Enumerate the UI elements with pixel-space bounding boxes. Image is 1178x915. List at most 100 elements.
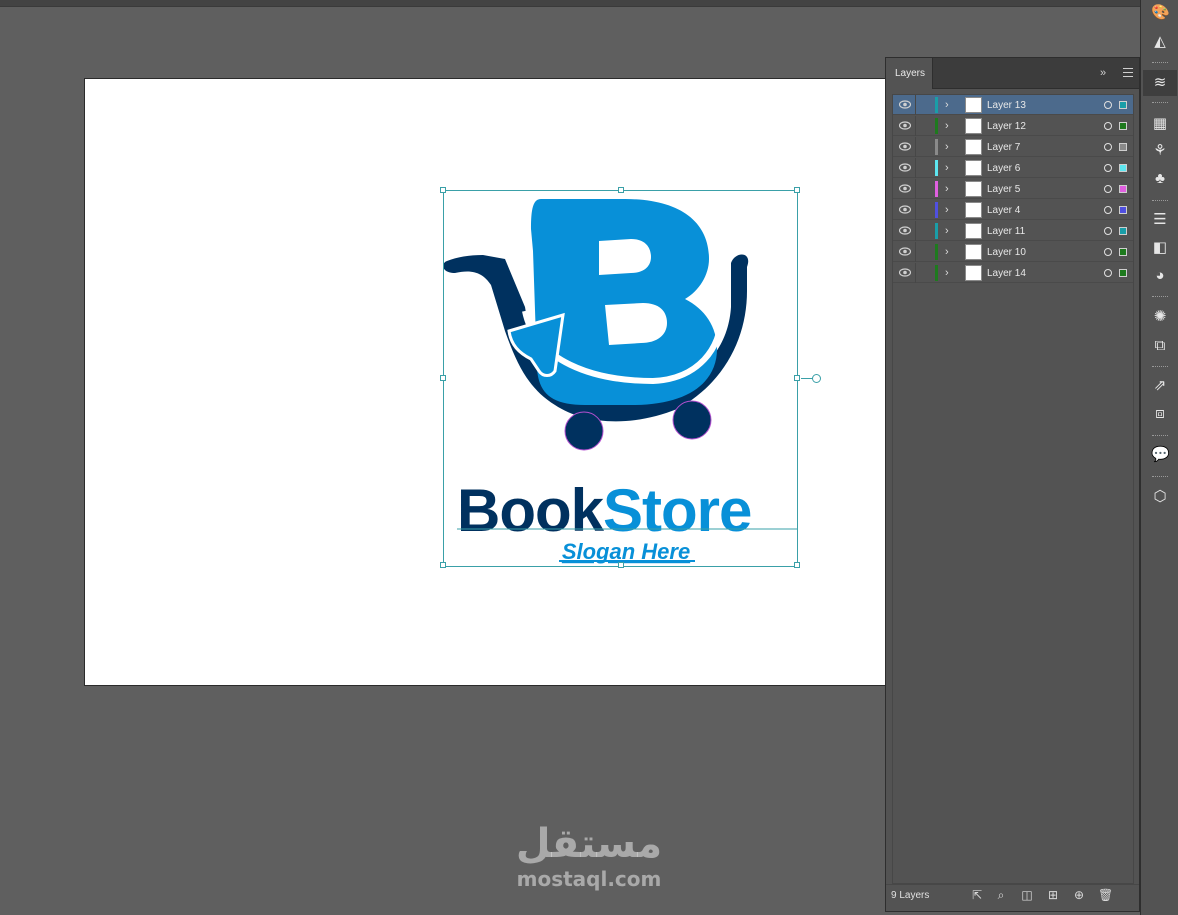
- selection-indicator[interactable]: [1119, 164, 1127, 172]
- layer-name[interactable]: Layer 11: [987, 221, 1025, 242]
- trash-icon[interactable]: 🗑: [1098, 888, 1113, 902]
- layer-row[interactable]: › Layer 4: [893, 200, 1133, 220]
- selection-indicator[interactable]: [1119, 227, 1127, 235]
- target-circle-icon[interactable]: [1104, 227, 1112, 235]
- tab-layers[interactable]: Layers: [886, 58, 933, 89]
- expand-chevron-icon[interactable]: ›: [945, 203, 949, 217]
- expand-chevron-icon[interactable]: ›: [945, 140, 949, 154]
- target-circle-icon[interactable]: [1104, 185, 1112, 193]
- color-palette-icon[interactable]: 🎨: [1151, 4, 1170, 22]
- lock-toggle-cell[interactable]: [915, 200, 916, 220]
- selection-indicator[interactable]: [1119, 122, 1127, 130]
- layer-row[interactable]: › Layer 11: [893, 221, 1133, 241]
- color-guide-icon[interactable]: ◭: [1151, 33, 1169, 51]
- lock-toggle-cell[interactable]: [915, 263, 916, 283]
- comments-icon[interactable]: 💬: [1151, 446, 1170, 464]
- layer-row[interactable]: › Layer 12: [893, 116, 1133, 136]
- artboards-icon[interactable]: ⧈: [1151, 405, 1169, 423]
- expand-chevron-icon[interactable]: ›: [945, 182, 949, 196]
- visibility-eye-icon[interactable]: [899, 100, 911, 109]
- clubs-symbols-icon[interactable]: ♣: [1151, 170, 1169, 188]
- layer-name[interactable]: Layer 7: [987, 137, 1020, 158]
- target-circle-icon[interactable]: [1104, 143, 1112, 151]
- panel-menu-icon[interactable]: [1121, 66, 1135, 80]
- grip: [1152, 476, 1168, 479]
- export-icon[interactable]: ⇱: [970, 888, 984, 902]
- lock-toggle-cell[interactable]: [915, 221, 916, 241]
- layer-thumbnail: [965, 97, 982, 113]
- layer-name[interactable]: Layer 10: [987, 242, 1026, 263]
- lock-toggle-cell[interactable]: [915, 242, 916, 262]
- selection-indicator[interactable]: [1119, 248, 1127, 256]
- graphic-styles-icon[interactable]: ⧉: [1151, 337, 1169, 355]
- selection-indicator[interactable]: [1119, 143, 1127, 151]
- visibility-eye-icon[interactable]: [899, 121, 911, 130]
- stroke-icon[interactable]: ☰: [1151, 211, 1169, 229]
- layer-name[interactable]: Layer 6: [987, 158, 1020, 179]
- visibility-eye-icon[interactable]: [899, 205, 911, 214]
- visibility-eye-icon[interactable]: [899, 226, 911, 235]
- handle-bottom-right[interactable]: [794, 562, 800, 568]
- lock-toggle-cell[interactable]: [915, 95, 916, 115]
- expand-chevron-icon[interactable]: ›: [945, 245, 949, 259]
- handle-top-right[interactable]: [794, 187, 800, 193]
- libraries-icon[interactable]: ▦: [1151, 115, 1169, 133]
- layer-name[interactable]: Layer 5: [987, 179, 1020, 200]
- layer-row[interactable]: › Layer 5: [893, 179, 1133, 199]
- handle-top-middle[interactable]: [618, 187, 624, 193]
- collapse-panel-icon[interactable]: »: [1096, 66, 1110, 80]
- lock-toggle-cell[interactable]: [915, 137, 916, 157]
- artboard[interactable]: BookStore Slogan Here: [84, 78, 886, 686]
- layer-name[interactable]: Layer 12: [987, 116, 1026, 137]
- layer-name[interactable]: Layer 14: [987, 263, 1026, 284]
- export-asset-icon[interactable]: ⇗: [1151, 377, 1169, 395]
- target-circle-icon[interactable]: [1104, 122, 1112, 130]
- lock-toggle-cell[interactable]: [915, 116, 916, 136]
- handle-top-left[interactable]: [440, 187, 446, 193]
- target-circle-icon[interactable]: [1104, 206, 1112, 214]
- 3d-cube-icon[interactable]: ⬡: [1151, 488, 1169, 506]
- lock-toggle-cell[interactable]: [915, 158, 916, 178]
- handle-bottom-left[interactable]: [440, 562, 446, 568]
- visibility-eye-icon[interactable]: [899, 163, 911, 172]
- gradient-icon[interactable]: ◧: [1151, 239, 1169, 257]
- new-layer-icon[interactable]: ⊕: [1072, 888, 1086, 902]
- selection-indicator[interactable]: [1119, 101, 1127, 109]
- locate-object-icon[interactable]: ⌕: [994, 888, 1008, 902]
- target-circle-icon[interactable]: [1104, 164, 1112, 172]
- expand-chevron-icon[interactable]: ›: [945, 119, 949, 133]
- layers-icon[interactable]: ≋: [1151, 74, 1169, 92]
- clipping-mask-icon[interactable]: ◫: [1020, 888, 1034, 902]
- layer-row[interactable]: › Layer 13: [893, 95, 1133, 115]
- handle-middle-right[interactable]: [794, 375, 800, 381]
- selection-indicator[interactable]: [1119, 206, 1127, 214]
- rotation-handle[interactable]: [812, 374, 821, 383]
- transparency-icon[interactable]: ◕: [1151, 267, 1169, 285]
- handle-bottom-middle[interactable]: [618, 562, 624, 568]
- bookstore-logo[interactable]: BookStore Slogan Here: [85, 79, 886, 686]
- handle-middle-left[interactable]: [440, 375, 446, 381]
- lock-toggle-cell[interactable]: [915, 179, 916, 199]
- target-circle-icon[interactable]: [1104, 269, 1112, 277]
- selection-indicator[interactable]: [1119, 269, 1127, 277]
- visibility-eye-icon[interactable]: [899, 247, 911, 256]
- layer-row[interactable]: › Layer 6: [893, 158, 1133, 178]
- visibility-eye-icon[interactable]: [899, 268, 911, 277]
- target-circle-icon[interactable]: [1104, 101, 1112, 109]
- target-circle-icon[interactable]: [1104, 248, 1112, 256]
- layer-name[interactable]: Layer 13: [987, 95, 1026, 116]
- expand-chevron-icon[interactable]: ›: [945, 161, 949, 175]
- selection-indicator[interactable]: [1119, 185, 1127, 193]
- layer-name[interactable]: Layer 4: [987, 200, 1020, 221]
- layer-row[interactable]: › Layer 7: [893, 137, 1133, 157]
- layer-row[interactable]: › Layer 10: [893, 242, 1133, 262]
- visibility-eye-icon[interactable]: [899, 142, 911, 151]
- expand-chevron-icon[interactable]: ›: [945, 224, 949, 238]
- layer-row[interactable]: › Layer 14: [893, 263, 1133, 283]
- new-sublayer-icon[interactable]: ⊞: [1046, 888, 1060, 902]
- expand-chevron-icon[interactable]: ›: [945, 98, 949, 112]
- expand-chevron-icon[interactable]: ›: [945, 266, 949, 280]
- symbols-sprayer-icon[interactable]: ⚘: [1151, 142, 1169, 160]
- appearance-sun-icon[interactable]: ✺: [1151, 308, 1169, 326]
- visibility-eye-icon[interactable]: [899, 184, 911, 193]
